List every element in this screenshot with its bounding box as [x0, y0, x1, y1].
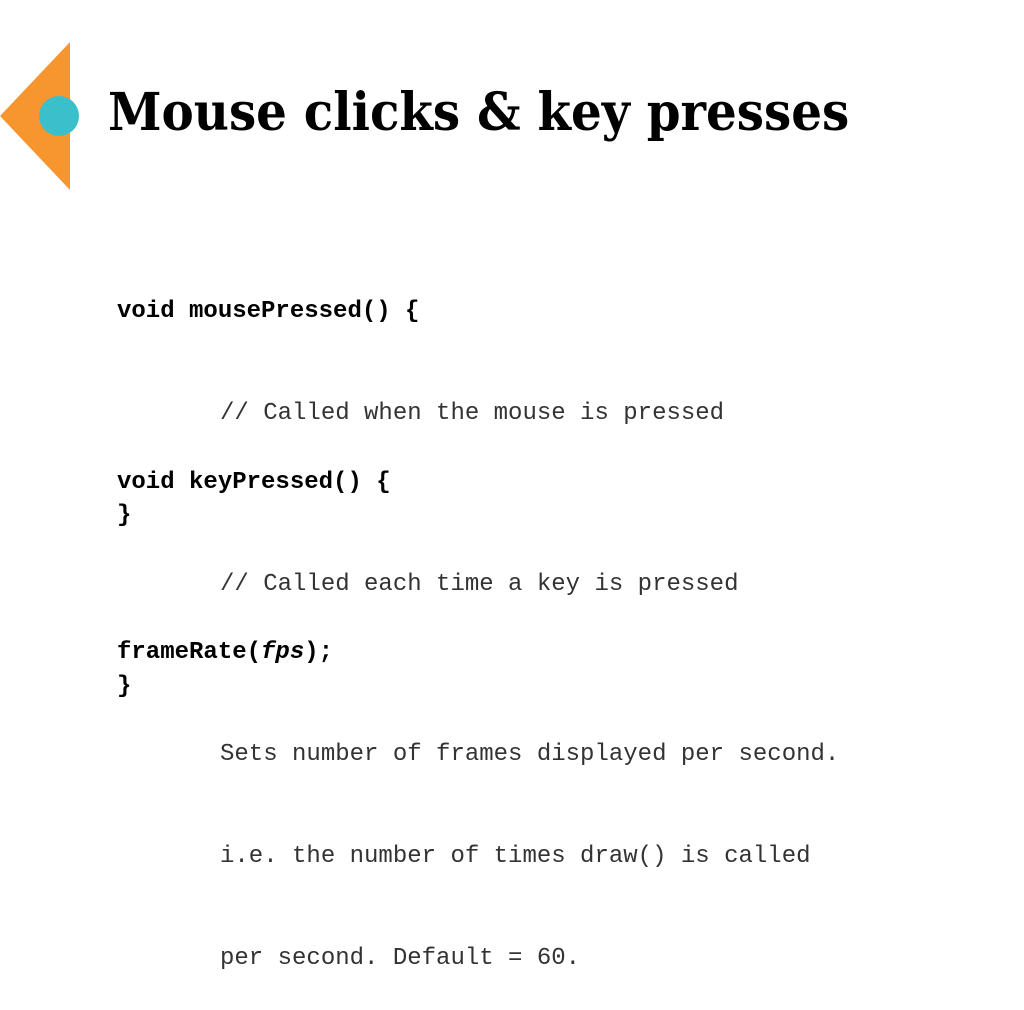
function-name: frameRate(: [117, 639, 262, 666]
slide-title: Mouse clicks & key presses: [108, 82, 850, 143]
code-signature: void keyPressed() {: [117, 469, 391, 496]
function-suffix: );: [304, 639, 334, 666]
code-signature: frameRate(fps);: [117, 636, 839, 670]
code-signature: void mousePressed() {: [117, 298, 420, 325]
function-parameter: fps: [261, 639, 305, 666]
teal-circle-shape: [39, 96, 79, 136]
code-block-frame-rate: frameRate(fps); Sets number of frames di…: [117, 568, 839, 1010]
description-line: Sets number of frames displayed per seco…: [220, 741, 840, 768]
description-line: i.e. the number of times draw() is calle…: [220, 843, 811, 870]
description-line: per second. Default = 60.: [220, 945, 581, 972]
